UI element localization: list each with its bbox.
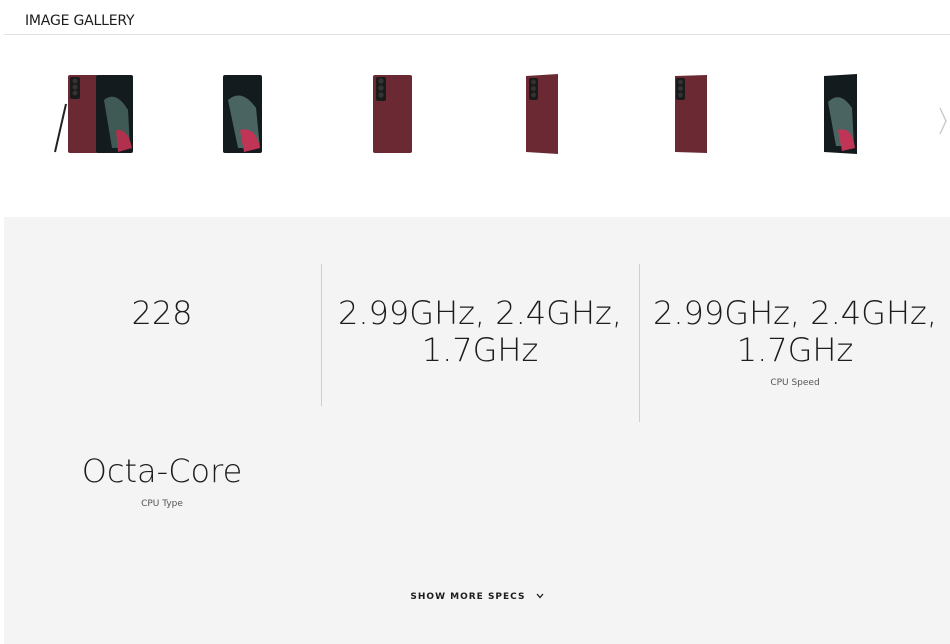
- spec-value-cpu-speed: 2.99GHz, 2.4GHz, 1.7GHz: [653, 294, 937, 369]
- show-more-specs-label: SHOW MORE SPECS: [410, 592, 526, 602]
- spec-value-2: 2.99GHz, 2.4GHz, 1.7GHz: [338, 294, 622, 369]
- show-more-specs-button[interactable]: SHOW MORE SPECS: [4, 592, 950, 603]
- gallery-thumbnail-2[interactable]: [222, 60, 264, 170]
- gallery-thumbnail-6[interactable]: [822, 60, 860, 170]
- gallery-header: IMAGE GALLERY: [4, 0, 950, 35]
- chevron-down-icon: [536, 592, 544, 602]
- spec-label-cpu-speed: CPU Speed: [770, 378, 820, 388]
- spec-label-cpu-type: CPU Type: [141, 499, 183, 509]
- gallery-thumbnail-1[interactable]: [52, 60, 136, 170]
- spec-value-cpu-type: Octa-Core: [81, 452, 243, 490]
- spec-value-1: 228: [131, 294, 193, 332]
- chevron-right-icon: [939, 107, 947, 135]
- gallery-thumbnail-5[interactable]: [674, 60, 710, 170]
- specs-section: 228 2.99GHz, 2.4GHz, 1.7GHz 2.99GHz, 2.4…: [4, 217, 950, 644]
- gallery-title: IMAGE GALLERY: [25, 13, 135, 29]
- gallery-thumbnail-4[interactable]: [524, 60, 560, 170]
- image-gallery-carousel: [0, 60, 950, 170]
- gallery-next-button[interactable]: [936, 106, 950, 136]
- gallery-thumbnail-3[interactable]: [372, 60, 414, 170]
